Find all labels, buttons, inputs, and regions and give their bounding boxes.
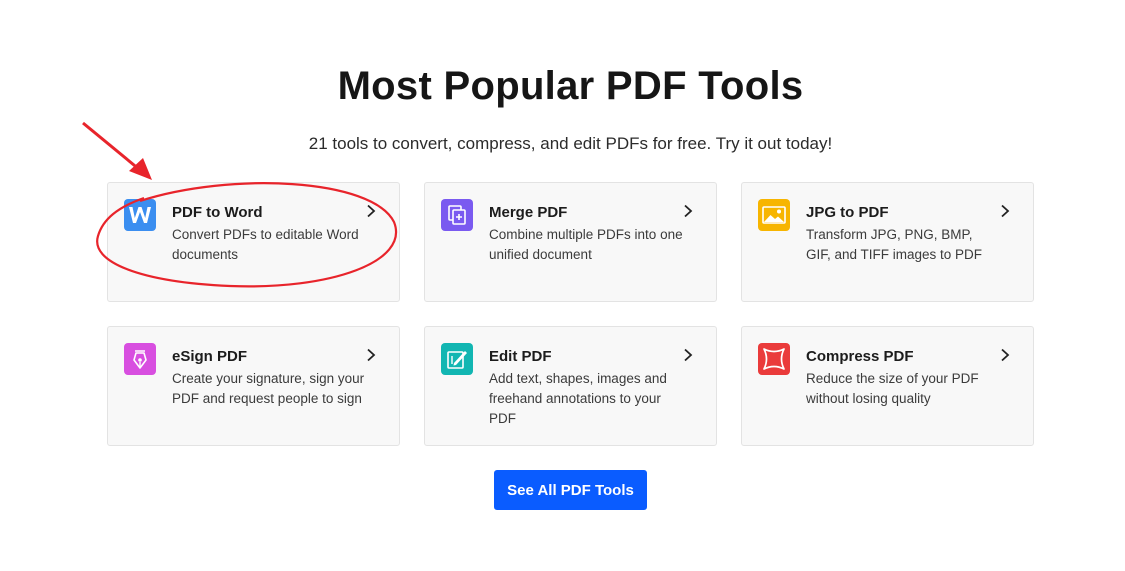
tool-description: Reduce the size of your PDF without losi… [806, 371, 979, 406]
page-subtitle: 21 tools to convert, compress, and edit … [308, 134, 833, 153]
page: Most Popular PDF Tools 21 tools to conve… [0, 0, 1125, 571]
chevron-right-icon [1001, 204, 1010, 218]
tool-name: PDF to Word [172, 204, 263, 221]
tool-description: Convert PDFs to editable Word documents [172, 227, 359, 262]
tool-name: Edit PDF [489, 348, 552, 365]
tool-card-edit-pdf[interactable]: Edit PDF Add text, shapes, images and fr… [424, 326, 717, 446]
compress-icon [758, 343, 790, 375]
annotation-arrow-head [129, 158, 152, 180]
chevron-right-icon [684, 348, 693, 362]
tool-description: Create your signature, sign your PDF and… [172, 371, 365, 406]
page-title: Most Popular PDF Tools [337, 64, 804, 108]
merge-icon [441, 199, 473, 231]
chevron-right-icon [1001, 348, 1010, 362]
tool-name: eSign PDF [172, 348, 248, 365]
see-all-tools-button[interactable]: See All PDF Tools [494, 470, 647, 510]
tool-card-pdf-to-word[interactable]: PDF to Word Convert PDFs to editable Wor… [107, 182, 400, 302]
pen-nib-icon [124, 343, 156, 375]
image-icon [758, 199, 790, 231]
tool-description: Transform JPG, PNG, BMP, GIF, and TIFF i… [806, 227, 983, 262]
chevron-right-icon [367, 348, 376, 362]
chevron-right-icon [684, 204, 693, 218]
tool-card-compress-pdf[interactable]: Compress PDF Reduce the size of your PDF… [741, 326, 1034, 446]
chevron-right-icon [367, 204, 376, 218]
tool-name: JPG to PDF [806, 204, 889, 221]
tool-card-jpg-to-pdf[interactable]: JPG to PDF Transform JPG, PNG, BMP, GIF,… [741, 182, 1034, 302]
tool-name: Merge PDF [489, 204, 568, 221]
tool-card-merge-pdf[interactable]: Merge PDF Combine multiple PDFs into one… [424, 182, 717, 302]
tool-name: Compress PDF [806, 348, 914, 365]
tool-card-esign-pdf[interactable]: eSign PDF Create your signature, sign yo… [107, 326, 400, 446]
edit-icon [441, 343, 473, 375]
tool-description: Combine multiple PDFs into one unified d… [489, 227, 683, 262]
word-icon [124, 199, 156, 231]
tool-description: Add text, shapes, images and freehand an… [489, 371, 667, 426]
